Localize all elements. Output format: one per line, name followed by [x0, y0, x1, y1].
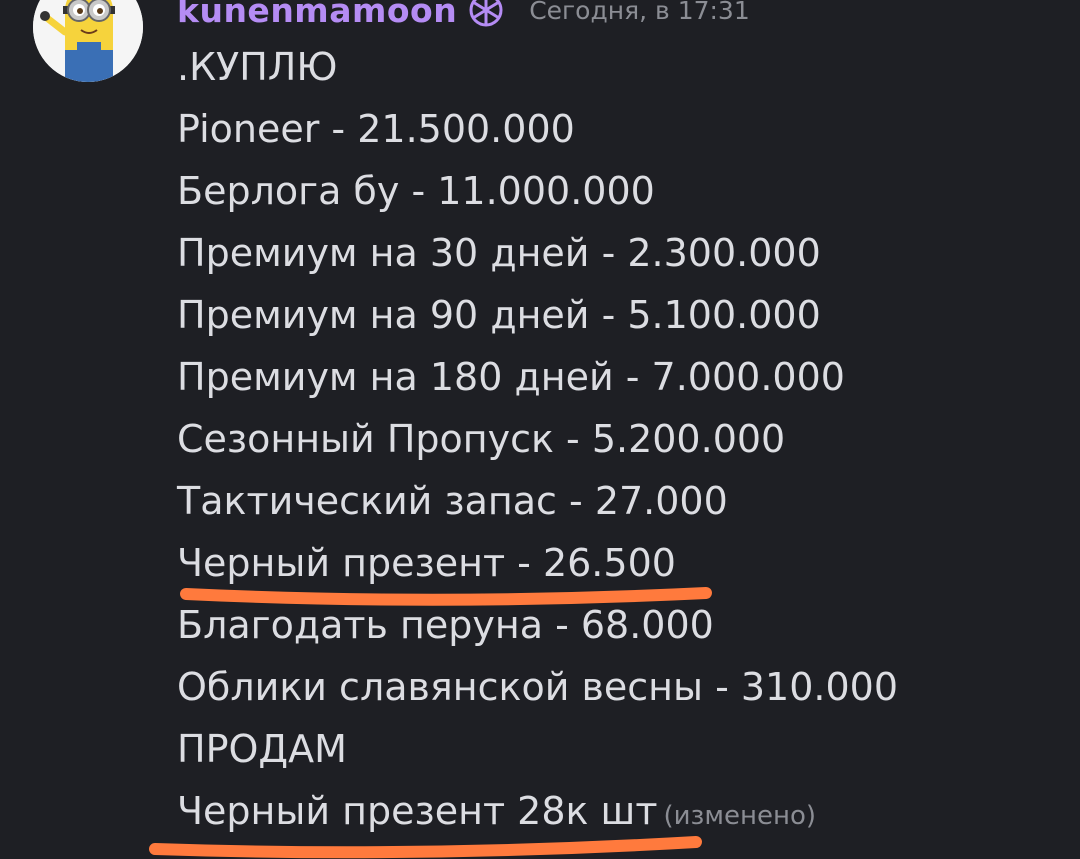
edited-label: (изменено)	[663, 801, 816, 831]
avatar[interactable]	[33, 0, 143, 82]
message-line: Премиум на 90 дней - 5.100.000	[177, 293, 821, 337]
username[interactable]: kunenmamoon	[177, 0, 457, 30]
message-line: Тактический запас - 27.000	[177, 479, 728, 523]
message-line: Премиум на 30 дней - 2.300.000	[177, 231, 821, 275]
message-line: Черный презент - 26.500	[177, 541, 676, 585]
message-line: ПРОДАМ	[177, 727, 347, 771]
message-line: Pioneer - 21.500.000	[177, 107, 575, 151]
annotation-underline-2	[149, 836, 702, 859]
message-line: .КУПЛЮ	[177, 45, 338, 89]
timestamp: Сегодня, в 17:31	[529, 0, 750, 25]
message-line: Берлога бу - 11.000.000	[177, 169, 655, 213]
message-line: Облики славянской весны - 310.000	[177, 665, 899, 709]
message-body[interactable]: .КУПЛЮ Pioneer - 21.500.000 Берлога бу -…	[177, 36, 898, 842]
minion-avatar-icon	[33, 0, 143, 82]
message-line: Сезонный Пропуск - 5.200.000	[177, 417, 786, 461]
crystal-badge-icon[interactable]	[467, 0, 505, 29]
message-line: Благодать перуна - 68.000	[177, 603, 714, 647]
message-line: Премиум на 180 дней - 7.000.000	[177, 355, 845, 399]
message-line-last: Черный презент 28к шт (изменено)	[177, 780, 898, 842]
message-line-text: Черный презент 28к шт	[177, 789, 658, 833]
message-header: kunenmamoon Сегодня, в 17:31	[177, 0, 750, 30]
